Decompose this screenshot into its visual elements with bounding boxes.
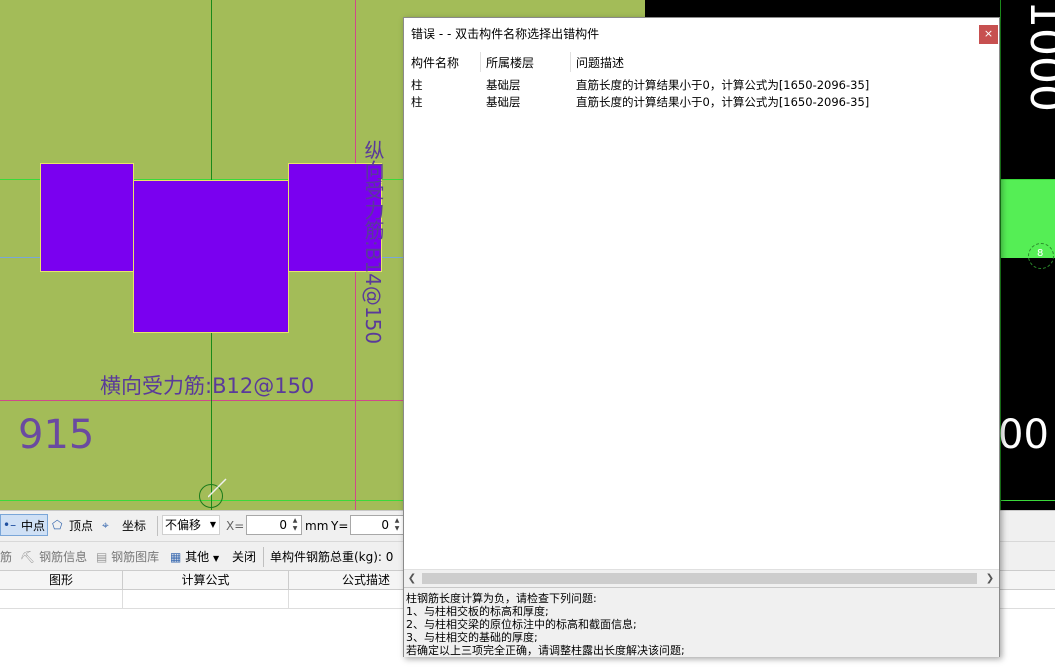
rebar-info-label: 钢筋信息 [39,550,88,564]
snap-line-icon [208,478,227,498]
x-input[interactable]: 0 ▲ ▼ [246,515,302,535]
x-unit-label: mm [305,519,329,533]
snap-marker-right-icon: 8 [1028,243,1054,269]
rebar-library-icon: ▤ [96,550,108,564]
column-header-formula[interactable]: 计算公式 [123,571,289,590]
coordinate-icon: ⌖ [102,518,109,532]
chevron-down-icon: ▼ [209,520,216,529]
dialog-title-bar[interactable]: 错误 - - 双击构件名称选择出错构件 × [404,18,999,49]
scrollbar-thumb[interactable] [422,573,977,584]
x-spinner-icon[interactable]: ▲ ▼ [290,517,300,533]
column-header-name[interactable]: 构件名称 [411,54,459,70]
vertex-label: 顶点 [69,519,94,533]
y-spinner-icon[interactable]: ▲ ▼ [392,517,402,533]
x-label: X= [226,519,245,533]
list-item[interactable]: 柱 基础层 直筋长度的计算结果小于0，计算公式为[1650-2096-35] [404,93,999,110]
total-weight-label: 单构件钢筋总重(kg): 0 [270,550,394,564]
coordinate-button[interactable]: ⌖ 坐标 [102,517,152,535]
error-dialog: 错误 - - 双击构件名称选择出错构件 × 构件名称 所属楼层 问题描述 柱 基… [403,17,1000,657]
error-list-header: 构件名称 所属楼层 问题描述 [404,50,999,72]
error-floor: 基础层 [486,78,521,92]
other-icon: ▦ [170,550,182,564]
y-value: 0 [381,518,389,532]
horizontal-scrollbar[interactable]: ❮ ❯ [404,569,999,587]
error-description: 直筋长度的计算结果小于0，计算公式为[1650-2096-35] [576,95,870,109]
vertex-button[interactable]: ⬠ 顶点 [52,517,98,535]
scroll-left-icon[interactable]: ❮ [405,571,419,586]
horizontal-rebar-label: 横向受力筋:B12@150 [100,374,315,398]
close-icon[interactable]: × [979,25,998,44]
offset-select[interactable]: 不偏移 ▼ [162,515,220,535]
error-component-name: 柱 [411,95,423,109]
error-description: 直筋长度的计算结果小于0，计算公式为[1650-2096-35] [576,78,870,92]
error-floor: 基础层 [486,95,521,109]
rebar-info-icon: ⛏ [20,550,36,564]
error-component-name: 柱 [411,78,423,92]
snap-marker-icon [199,478,227,508]
column-header-shape[interactable]: 图形 [0,571,123,590]
toolbar-divider [157,516,158,536]
midpoint-icon: •– [3,518,17,532]
offset-select-value: 不偏移 [165,518,202,532]
column-header-desc[interactable]: 问题描述 [576,54,624,70]
midpoint-label: 中点 [21,519,46,533]
snap-marker-label: 8 [1037,248,1044,259]
vertex-icon: ⬠ [52,518,63,532]
rebar-info-button[interactable]: ⛏ 钢筋信息 [20,548,87,566]
midpoint-button[interactable]: •– 中点 [0,514,48,536]
column-divider[interactable] [480,52,481,72]
scroll-right-icon[interactable]: ❯ [983,571,997,586]
dimension-top-right: 1000 [1020,0,1055,112]
column-shape[interactable] [133,180,289,333]
column-header-floor[interactable]: 所属楼层 [486,54,534,70]
other-label: 其他 [185,550,210,564]
rebar-partial-button[interactable]: 筋 [0,548,12,566]
table-cell[interactable] [0,590,123,608]
column-shape[interactable] [40,163,134,272]
column-divider[interactable] [570,52,571,72]
list-item[interactable]: 柱 基础层 直筋长度的计算结果小于0，计算公式为[1650-2096-35] [404,76,999,93]
message-line: 若确定以上三项完全正确，请调整柱露出长度解决该问题; [406,644,685,657]
toolbar-divider [263,547,264,567]
y-label: Y= [331,519,349,533]
vertical-rebar-label: 纵向受力筋:B14@150 [361,140,385,345]
dimension-left: 915 [18,412,95,458]
x-value: 0 [279,518,287,532]
close-button[interactable]: 关闭 [232,548,256,566]
chevron-down-icon: ▼ [213,554,220,563]
error-message-panel: 柱钢筋长度计算为负，请检查下列问题: 1、与柱相交板的标高和厚度; 2、与柱相交… [404,587,999,657]
y-input[interactable]: 0 ▲ ▼ [350,515,404,535]
other-menu-button[interactable]: ▦ 其他 ▼ [170,548,219,566]
dimension-right: 00 [998,412,1049,458]
rebar-library-label: 钢筋图库 [111,550,160,564]
dialog-title: 错误 - - 双击构件名称选择出错构件 [411,27,600,41]
rebar-library-button[interactable]: ▤ 钢筋图库 [96,548,159,566]
table-cell[interactable] [123,590,289,608]
coordinate-label: 坐标 [122,519,147,533]
